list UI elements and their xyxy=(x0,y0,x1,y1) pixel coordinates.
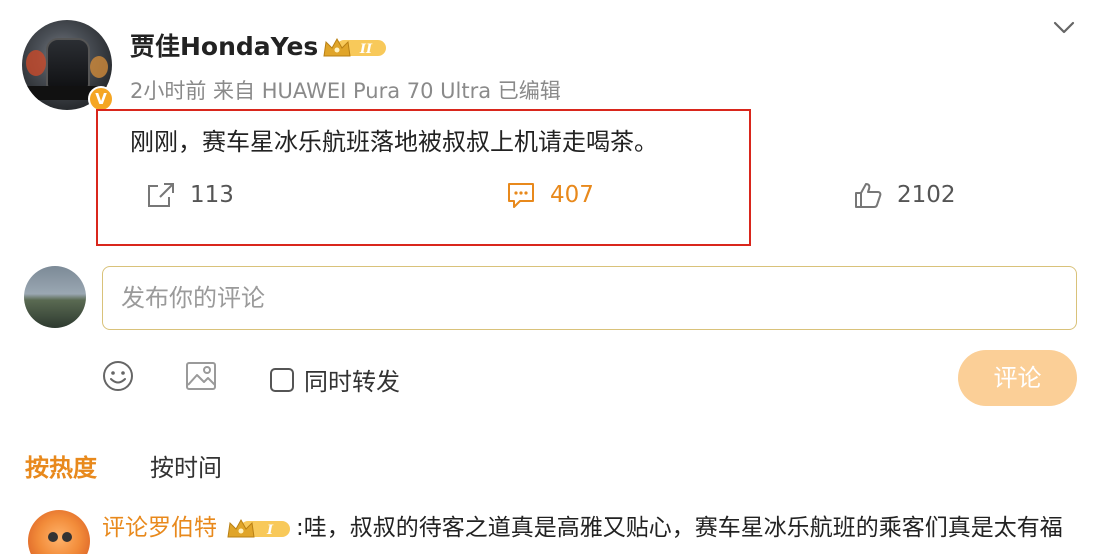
avatar-decoration xyxy=(26,50,46,76)
post-meta: 2小时前 来自 HUAWEI Pura 70 Ultra 已编辑 xyxy=(130,79,561,103)
thumbs-up-icon xyxy=(855,183,882,208)
avatar-decoration xyxy=(90,56,108,78)
like-button[interactable]: 2102 xyxy=(853,178,956,212)
avatar-eye xyxy=(62,532,72,542)
repost-button[interactable]: 113 xyxy=(146,178,234,212)
crown-level-badge-icon: I xyxy=(227,518,290,538)
author-name[interactable]: 贾佳HondaYes xyxy=(130,30,318,64)
tab-sort-by-time[interactable]: 按时间 xyxy=(150,451,222,485)
avatar-eye xyxy=(48,532,58,542)
comment-input[interactable] xyxy=(102,266,1077,330)
like-count: 2102 xyxy=(897,182,956,208)
post-body-text: 刚刚，赛车星冰乐航班落地被叔叔上机请走喝茶。 xyxy=(130,128,658,156)
crown-level-text: I xyxy=(266,523,274,538)
also-repost-label: 同时转发 xyxy=(304,368,400,396)
crown-level-text: II xyxy=(359,42,373,57)
image-icon[interactable] xyxy=(184,359,218,393)
comment-icon xyxy=(508,183,534,208)
comment-count: 407 xyxy=(550,182,594,208)
also-repost-toggle[interactable]: 同时转发 xyxy=(270,362,400,397)
commenter-name[interactable]: 评论罗伯特 xyxy=(102,512,217,544)
repost-count: 113 xyxy=(190,182,234,208)
repost-icon xyxy=(148,183,174,207)
avatar-car-image xyxy=(46,38,90,92)
crown-level-badge-icon: II xyxy=(323,37,386,57)
emoji-icon[interactable] xyxy=(101,359,135,393)
tab-sort-by-hot[interactable]: 按热度 xyxy=(25,451,97,485)
submit-comment-button[interactable]: 评论 xyxy=(958,350,1077,406)
also-repost-checkbox[interactable] xyxy=(270,367,294,392)
commenter-avatar[interactable] xyxy=(28,510,90,554)
chevron-down-icon[interactable] xyxy=(1052,20,1076,36)
comment-button[interactable]: 407 xyxy=(506,178,594,212)
current-user-avatar[interactable] xyxy=(24,266,86,328)
comment-text: :哇，叔叔的待客之道真是高雅又贴心，赛车星冰乐航班的乘客们真是太有福 xyxy=(296,515,1063,541)
